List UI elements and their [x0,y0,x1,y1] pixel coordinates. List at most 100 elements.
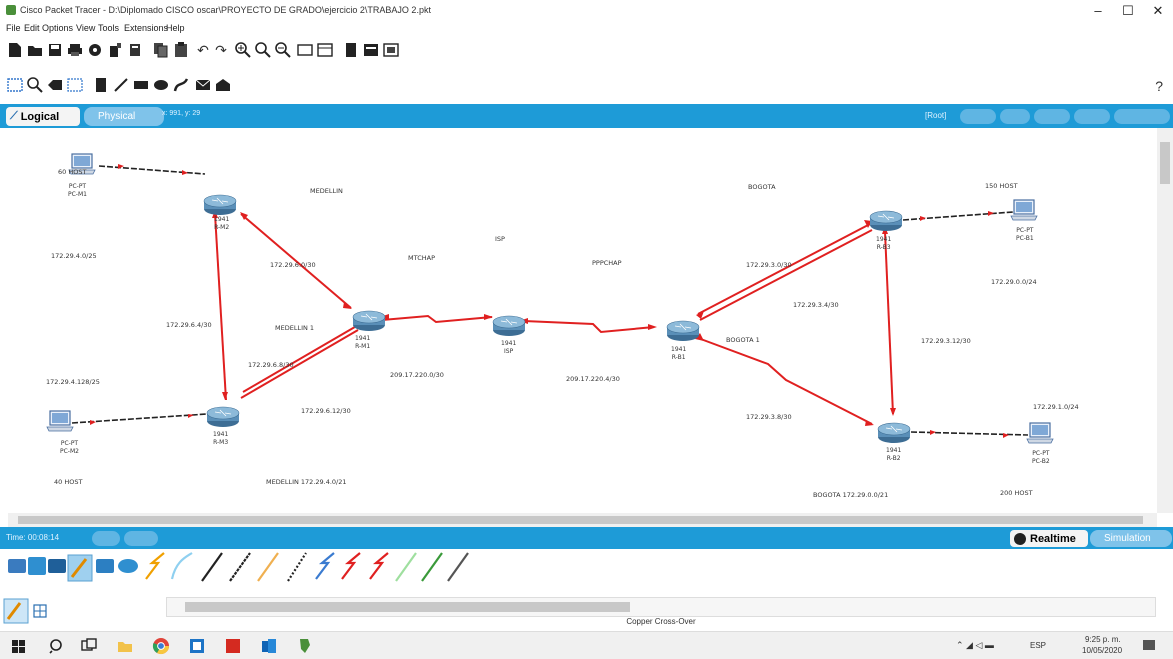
taskbar-date[interactable]: 10/05/2020 [1082,646,1122,655]
taskbar-time[interactable]: 9:25 p. m. [1085,635,1121,644]
resize-shape-icon[interactable] [66,76,84,94]
scroll-thumb[interactable] [18,516,1143,524]
canvas-horizontal-scrollbar[interactable] [8,513,1157,527]
device-label-r-m2: 1941 R-M2 [214,216,229,232]
calculator-app-icon[interactable] [188,637,206,655]
device-name: PC-B1 [1016,235,1034,242]
area-label-bogota: BOGOTA [748,183,776,191]
area-label-isp: ISP [495,235,505,243]
pc-b1-icon[interactable] [1010,199,1038,221]
tab-physical[interactable]: Physical [84,107,164,126]
root-navigation[interactable]: [Root] [925,111,946,120]
zoom-out-icon[interactable] [274,41,292,59]
set-tiled-background-icon[interactable] [1074,109,1110,124]
tray-icons[interactable]: ⌃ ◢ ◁ ▬ [956,640,994,651]
lan-label: 172.29.4.128/25 [46,378,100,386]
packet-tracer-taskbar-icon[interactable] [296,637,314,655]
paste-icon[interactable] [172,41,190,59]
notification-icon[interactable] [1140,637,1158,655]
device-type-palette [0,549,1173,597]
freeform-icon[interactable] [172,76,190,94]
device-name: PC-M2 [60,448,79,455]
power-cycle-button[interactable] [92,531,120,546]
print-icon[interactable] [66,41,84,59]
chrome-icon[interactable] [152,637,170,655]
network-label: 172.29.3.12/30 [921,337,971,345]
menu-tools[interactable]: Tools [98,23,119,33]
acrobat-icon[interactable] [224,637,242,655]
palette-icon[interactable] [316,41,334,59]
copy-icon[interactable] [152,41,170,59]
zoom-in-icon[interactable] [234,41,252,59]
select-icon[interactable] [6,76,24,94]
canvas-vertical-scrollbar[interactable] [1157,128,1173,513]
tab-logical[interactable]: ⟋ Logical [6,107,80,126]
label-bogota1: BOGOTA 1 [726,336,760,344]
network-info-icon[interactable] [106,41,124,59]
scroll-thumb[interactable] [1160,142,1170,184]
device-label-r-b1: 1941 R-B1 [671,346,686,362]
screenshot-icon[interactable] [382,41,400,59]
place-note-icon[interactable] [92,76,110,94]
move-object-button[interactable] [1034,109,1070,124]
task-view-icon[interactable] [80,637,98,655]
maximize-button[interactable]: ☐ [1113,3,1143,19]
menu-extensions[interactable]: Extensions [124,23,168,33]
router-r-m1-icon[interactable] [352,310,386,332]
draw-rectangle-icon[interactable] [296,41,314,59]
language-indicator[interactable]: ESP [1030,641,1046,650]
device-model: PC-PT [1016,227,1034,234]
close-button[interactable]: ✕ [1143,3,1173,19]
scroll-thumb[interactable] [185,602,630,612]
router-r-b2-icon[interactable] [877,422,911,444]
pdu-list-icon[interactable] [362,41,380,59]
device-category-icons [8,554,138,582]
save-icon[interactable] [46,41,64,59]
draw-ellipse-icon[interactable] [152,76,170,94]
zoom-reset-icon[interactable] [254,41,272,59]
custom-device-icon[interactable] [126,41,144,59]
inspect-icon[interactable] [26,76,44,94]
minimize-button[interactable]: – [1083,3,1113,19]
lan-label: 172.29.4.0/25 [51,252,97,260]
draw-rect-icon[interactable] [132,76,150,94]
undo-icon[interactable]: ↶ [194,41,212,59]
custom-device-dialog-icon[interactable] [342,41,360,59]
logical-workspace-canvas[interactable]: MEDELLIN BOGOTA ISP MTCHAP PPPCHAP MEDEL… [8,128,1157,513]
windows-start-icon[interactable] [10,637,28,655]
activity-wizard-icon[interactable] [86,41,104,59]
redo-icon[interactable]: ↷ [212,41,230,59]
outlook-icon[interactable] [260,637,278,655]
new-cluster-button[interactable] [960,109,996,124]
realtime-label: Realtime [1030,532,1076,545]
menu-file[interactable]: File [6,23,21,33]
open-folder-icon[interactable] [26,41,44,59]
connection-list-scroller[interactable] [166,597,1156,617]
router-r-m3-icon[interactable] [206,406,240,428]
search-icon[interactable] [48,637,66,655]
pc-m2-icon[interactable] [46,410,74,432]
delete-icon[interactable] [46,76,64,94]
draw-line-icon[interactable] [112,76,130,94]
router-r-b3-icon[interactable] [869,210,903,232]
main-toolbar: ↶ ↷ ? [0,36,1173,94]
connection-type-label: Copper Cross-Over [626,617,696,626]
menu-view[interactable]: View [76,23,95,33]
router-isp-icon[interactable] [492,315,526,337]
menu-edit[interactable]: Edit [24,23,40,33]
router-r-b1-icon[interactable] [666,320,700,342]
file-explorer-icon[interactable] [116,637,134,655]
simulation-mode-button[interactable]: Simulation [1090,530,1172,547]
add-simple-pdu-icon[interactable] [194,76,212,94]
fast-forward-button[interactable] [124,531,158,546]
router-r-m2-icon[interactable] [203,194,237,216]
add-complex-pdu-icon[interactable] [214,76,232,94]
menu-bar: File Edit Options View Tools Extensions … [0,22,1173,36]
realtime-mode-button[interactable]: Realtime [1010,530,1088,547]
pc-b2-icon[interactable] [1026,422,1054,444]
menu-options[interactable]: Options [42,23,73,33]
device-model: 1941 [876,236,892,243]
new-file-icon[interactable] [6,41,24,59]
menu-help[interactable]: Help [166,23,185,33]
viewport-icon[interactable] [1000,109,1030,124]
